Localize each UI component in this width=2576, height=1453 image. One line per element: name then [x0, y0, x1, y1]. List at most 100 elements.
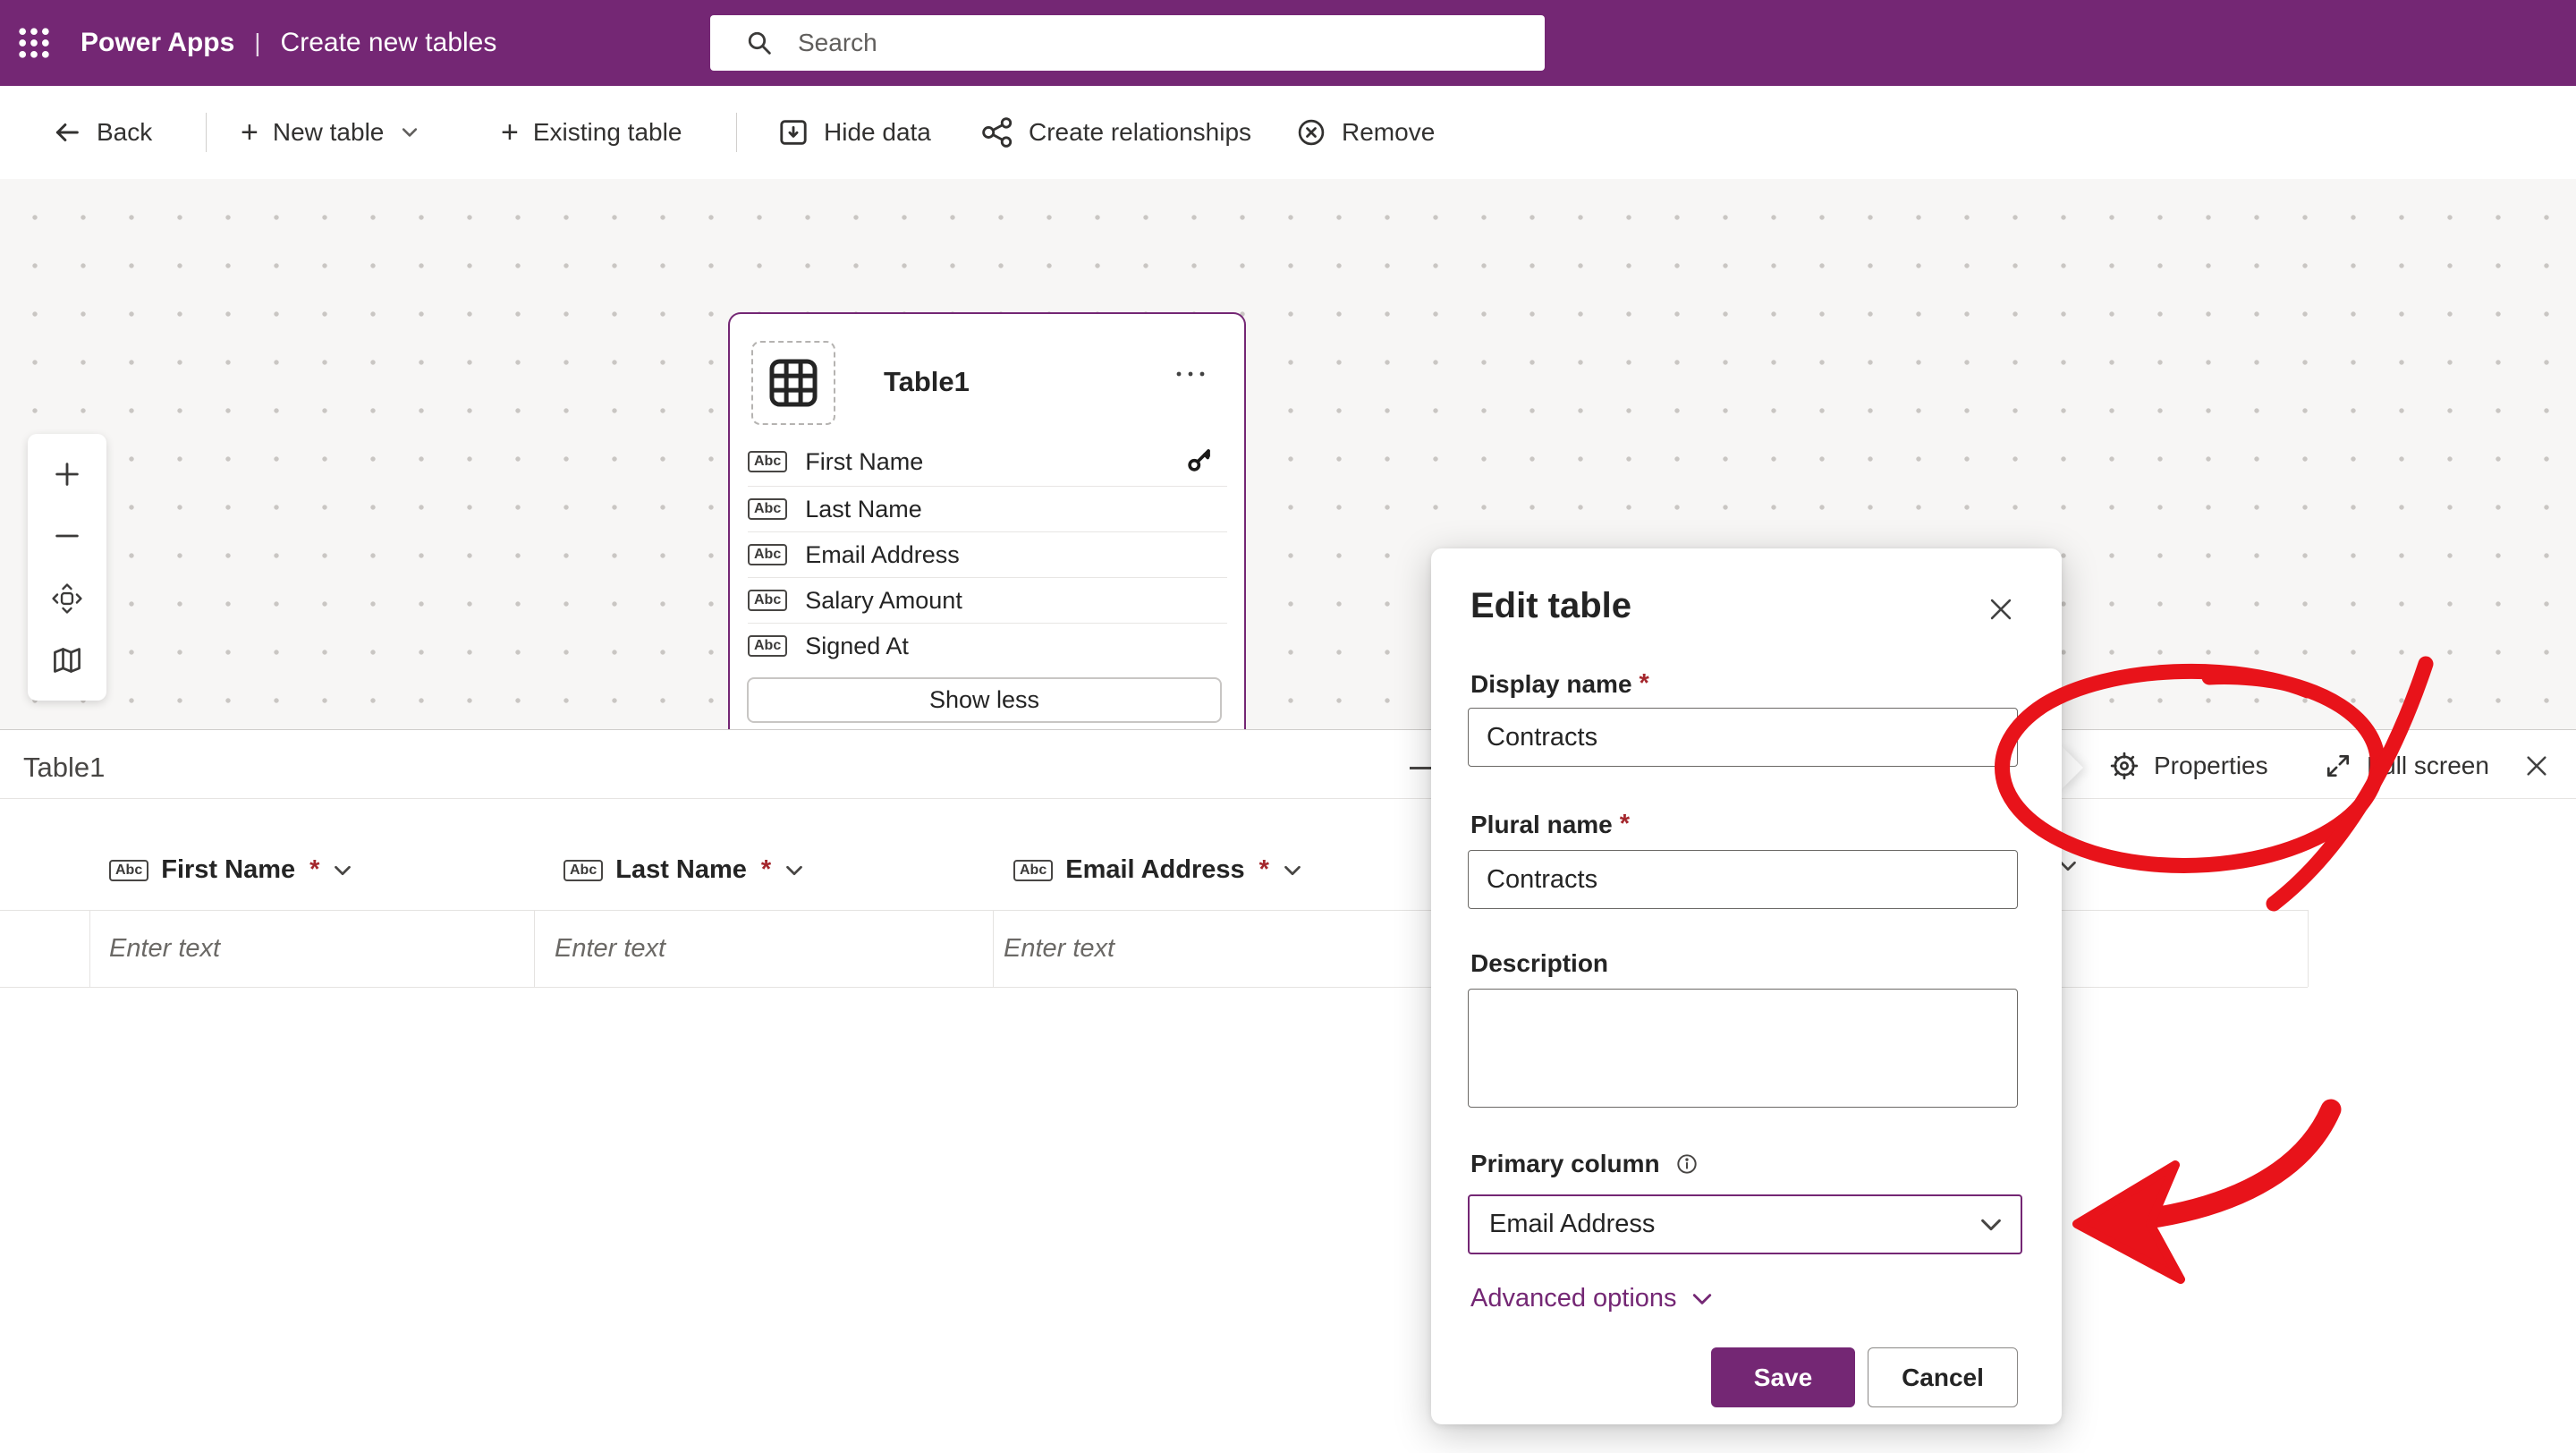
table-field-row[interactable]: Abc Last Name — [748, 487, 1227, 531]
grid-cell-email-address[interactable]: Enter text — [1004, 934, 1114, 964]
hide-data-button[interactable]: Hide data — [777, 86, 931, 179]
map-icon — [50, 643, 84, 677]
panel-header-divider — [0, 798, 2576, 799]
grid-cell-first-name[interactable]: Enter text — [109, 934, 220, 964]
required-mark: * — [309, 855, 319, 885]
ellipsis-icon — [1173, 368, 1208, 380]
table-icon-box[interactable] — [751, 341, 835, 425]
close-icon — [2522, 752, 2551, 780]
new-table-button[interactable]: + New table — [241, 86, 419, 179]
display-name-input[interactable] — [1468, 708, 2018, 767]
text-type-icon: Abc — [748, 590, 787, 611]
plural-name-input[interactable] — [1468, 850, 2018, 909]
back-arrow-icon — [52, 117, 82, 148]
dialog-save-button[interactable]: Save — [1711, 1347, 1855, 1407]
gear-icon — [2109, 751, 2140, 781]
table-icon — [767, 357, 819, 409]
panel-table-title: Table1 — [23, 752, 105, 784]
zoom-out-button[interactable] — [35, 507, 99, 565]
text-type-icon: Abc — [748, 451, 787, 472]
chevron-down-icon — [1978, 1211, 2004, 1238]
grid-cell-divider — [2308, 910, 2309, 987]
plural-name-label: Plural name* — [1470, 810, 1630, 839]
table-field-row[interactable]: Abc Email Address — [748, 532, 1227, 577]
design-canvas[interactable] — [0, 179, 2576, 729]
table-more-button[interactable] — [1173, 368, 1208, 385]
required-mark: * — [761, 855, 771, 885]
minus-icon — [52, 521, 82, 551]
table-field-row[interactable]: Abc Salary Amount — [748, 578, 1227, 623]
text-type-icon: Abc — [109, 860, 148, 881]
grid-cell-divider — [89, 910, 90, 987]
required-mark: * — [1640, 669, 1649, 699]
table-card[interactable]: Table1 Abc First Name Abc Last Name — [728, 312, 1246, 733]
zoom-in-button[interactable] — [35, 446, 99, 503]
collapse-panel-icon[interactable] — [1410, 767, 1431, 769]
description-input[interactable] — [1468, 989, 2018, 1108]
grid-cell-divider — [534, 910, 535, 987]
plus-icon — [52, 459, 82, 489]
column-header-last-name[interactable]: Abc Last Name* — [564, 855, 805, 885]
back-label: Back — [97, 118, 152, 147]
text-type-icon: Abc — [748, 635, 787, 657]
create-relationships-label: Create relationships — [1029, 118, 1251, 147]
dialog-cancel-button[interactable]: Cancel — [1868, 1347, 2018, 1407]
close-icon — [1986, 594, 2016, 625]
properties-label: Properties — [2154, 752, 2268, 780]
dialog-close-button[interactable] — [1983, 591, 2019, 627]
required-mark: * — [1259, 855, 1269, 885]
text-type-icon: Abc — [748, 498, 787, 520]
description-label: Description — [1470, 949, 1608, 978]
fit-view-button[interactable] — [35, 570, 99, 627]
plus-icon: + — [241, 117, 258, 148]
search-icon — [744, 28, 775, 58]
minimap-button[interactable] — [35, 632, 99, 689]
close-panel-button[interactable] — [2522, 746, 2551, 786]
table-field-row[interactable]: Abc First Name — [748, 439, 1227, 484]
table-field-row[interactable]: Abc Signed At — [748, 624, 1227, 668]
create-relationships-button[interactable]: Create relationships — [980, 86, 1251, 179]
required-mark: * — [1620, 810, 1630, 839]
waffle-icon — [14, 23, 54, 63]
column-header-email-address[interactable]: Abc Email Address* — [1013, 855, 1303, 885]
edit-table-dialog: Edit table Display name* Plural name* De… — [1431, 548, 2062, 1424]
remove-button[interactable]: Remove — [1295, 86, 1435, 179]
chevron-down-icon[interactable] — [332, 860, 353, 881]
primary-column-value: Email Address — [1489, 1210, 1655, 1239]
chevron-down-icon[interactable] — [1282, 860, 1303, 881]
grid-cell-divider — [993, 910, 994, 987]
chevron-down-icon — [1690, 1287, 1715, 1312]
power-apps-create-tables-screen: Power Apps | Create new tables Back + Ne… — [0, 0, 2576, 1453]
global-search[interactable] — [710, 15, 1545, 71]
brand-title[interactable]: Power Apps — [80, 28, 234, 58]
properties-button[interactable]: Properties — [2109, 746, 2268, 786]
primary-key-icon — [1186, 446, 1213, 478]
remove-icon — [1295, 116, 1327, 149]
full-screen-button[interactable]: Full screen — [2324, 746, 2489, 786]
full-screen-icon — [2324, 752, 2352, 780]
search-input[interactable] — [796, 28, 1426, 58]
primary-column-dropdown[interactable]: Email Address — [1468, 1194, 2022, 1254]
text-type-icon: Abc — [564, 860, 603, 881]
chevron-down-icon[interactable] — [784, 860, 805, 881]
column-header-first-name[interactable]: Abc First Name* — [109, 855, 353, 885]
advanced-options-link[interactable]: Advanced options — [1470, 1284, 1715, 1313]
info-icon[interactable] — [1674, 1151, 1699, 1177]
chevron-down-icon — [400, 123, 419, 142]
canvas-zoom-controls — [28, 434, 106, 701]
toolbar-divider — [736, 113, 737, 152]
text-type-icon: Abc — [1013, 860, 1053, 881]
existing-table-button[interactable]: + Existing table — [501, 86, 682, 179]
hide-data-icon — [777, 116, 809, 149]
primary-column-label: Primary column — [1470, 1150, 1699, 1178]
back-button[interactable]: Back — [52, 86, 152, 179]
app-header: Power Apps | Create new tables — [0, 0, 2576, 86]
show-less-button[interactable]: Show less — [747, 677, 1222, 723]
brand-separator: | — [254, 29, 260, 57]
app-launcher-button[interactable] — [0, 0, 68, 86]
plus-icon: + — [501, 117, 519, 148]
grid-cell-last-name[interactable]: Enter text — [555, 934, 665, 964]
dialog-title: Edit table — [1470, 586, 1631, 626]
relationships-icon — [980, 115, 1014, 149]
hide-data-label: Hide data — [824, 118, 931, 147]
